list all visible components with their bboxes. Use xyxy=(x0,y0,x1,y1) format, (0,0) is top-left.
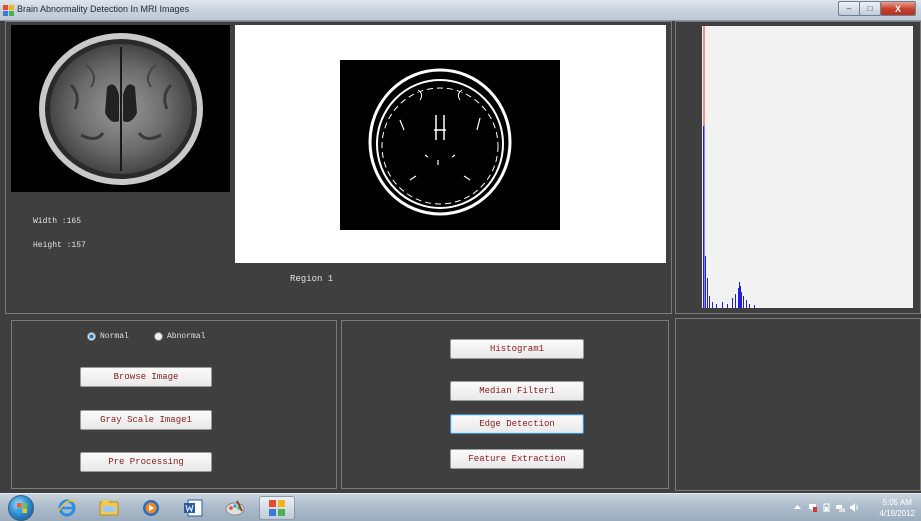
network-icon[interactable] xyxy=(836,503,845,512)
radio-abnormal[interactable]: Abnormal xyxy=(154,332,205,341)
media-player-icon xyxy=(143,500,159,516)
gray-scale-image-button[interactable]: Gray Scale Image1 xyxy=(80,410,212,430)
processed-image-area xyxy=(235,25,666,263)
radio-normal[interactable]: Normal xyxy=(87,332,129,341)
volume-icon[interactable] xyxy=(850,503,859,512)
histogram-chart xyxy=(702,26,913,308)
action-center-icon[interactable] xyxy=(808,503,817,512)
clock-date: 4/19/2012 xyxy=(879,509,915,518)
taskbar-word[interactable] xyxy=(175,496,211,520)
taskbar-media-player[interactable] xyxy=(133,496,169,520)
taskbar-explorer[interactable] xyxy=(91,496,127,520)
radio-abnormal-label: Abnormal xyxy=(167,332,206,341)
word-icon xyxy=(184,499,203,517)
app-icon xyxy=(3,5,14,16)
clock-time: 5:05 AM xyxy=(882,498,912,507)
taskbar: 5:05 AM 4/19/2012 xyxy=(0,493,921,521)
feature-extraction-button[interactable]: Feature Extraction xyxy=(450,449,584,469)
maximize-button[interactable]: □ xyxy=(859,1,881,16)
image-height-label: Height :157 xyxy=(33,241,86,250)
paint-icon xyxy=(225,500,245,516)
windows-logo-icon xyxy=(17,503,27,513)
radio-normal-label: Normal xyxy=(100,332,129,341)
edge-detection-button[interactable]: Edge Detection xyxy=(450,414,584,434)
histogram-button[interactable]: Histogram1 xyxy=(450,339,584,359)
radio-abnormal-indicator[interactable] xyxy=(154,332,163,341)
pre-processing-button[interactable]: Pre Processing xyxy=(80,452,212,472)
control-panel-right xyxy=(675,318,921,491)
window-title: Brain Abnormality Detection In MRI Image… xyxy=(17,4,190,14)
median-filter-button[interactable]: Median Filter1 xyxy=(450,381,584,401)
browse-image-button[interactable]: Browse Image xyxy=(80,367,212,387)
mri-original-image xyxy=(11,25,230,192)
taskbar-paint[interactable] xyxy=(217,496,253,520)
image-width-label: Width :165 xyxy=(33,217,82,226)
folder-icon xyxy=(99,500,119,516)
minimize-button[interactable]: – xyxy=(838,1,860,16)
start-button[interactable] xyxy=(8,495,34,521)
close-button[interactable]: X xyxy=(880,1,916,16)
taskbar-ie[interactable] xyxy=(49,496,85,520)
brain-app-icon xyxy=(269,500,285,516)
title-bar: Brain Abnormality Detection In MRI Image… xyxy=(0,0,921,21)
battery-icon[interactable] xyxy=(822,503,831,512)
region-label: Region 1 xyxy=(290,274,334,284)
internet-explorer-icon xyxy=(57,499,77,517)
taskbar-brain-app[interactable] xyxy=(259,496,295,520)
radio-normal-indicator[interactable] xyxy=(87,332,96,341)
edge-detected-image xyxy=(340,60,560,230)
tray-expand-icon[interactable] xyxy=(793,503,802,512)
system-clock[interactable]: 5:05 AM 4/19/2012 xyxy=(879,497,915,519)
